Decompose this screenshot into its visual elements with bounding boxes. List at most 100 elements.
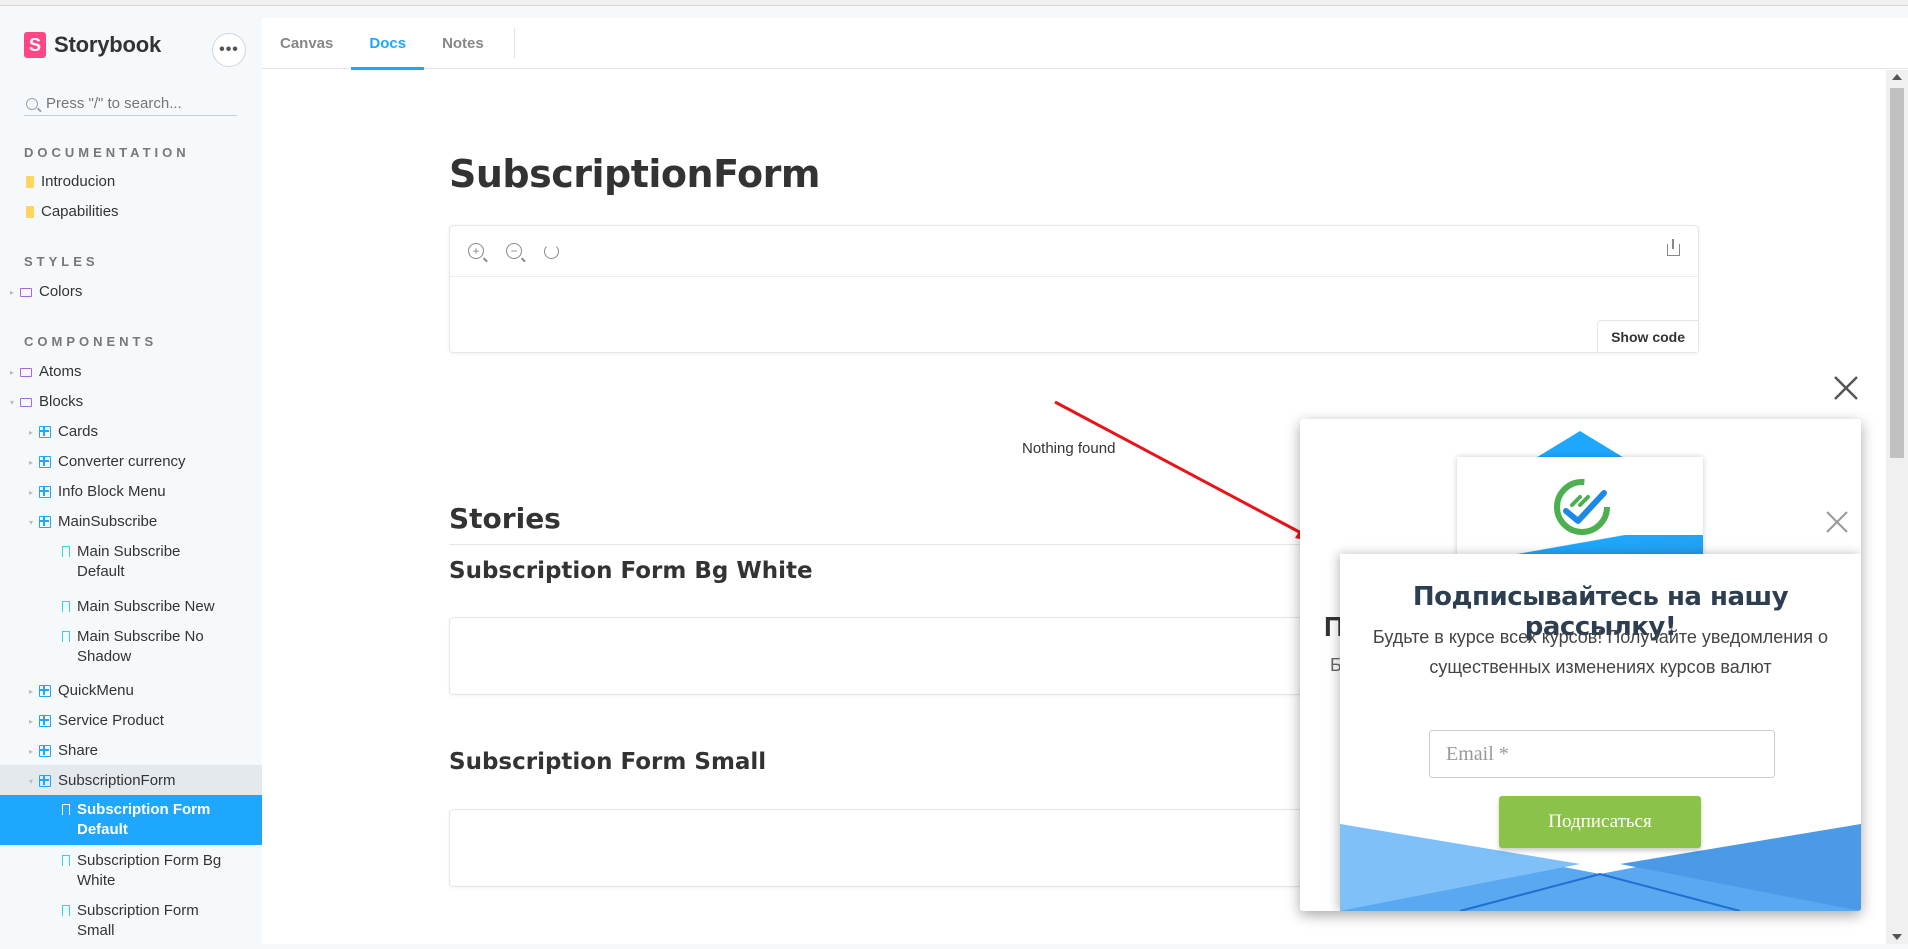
scroll-thumb[interactable] [1890, 88, 1904, 458]
sidebar-item-quick-menu[interactable]: ▸ QuickMenu [0, 681, 262, 702]
section-components: COMPONENTS [24, 334, 158, 349]
close-icon[interactable] [1832, 374, 1860, 402]
component-icon [39, 456, 51, 468]
reset-zoom-icon[interactable] [544, 243, 559, 259]
chevron-down-icon: ▾ [29, 518, 34, 527]
browser-top-edge [0, 0, 1908, 6]
sidebar-item-label: QuickMenu [58, 682, 134, 699]
tab-canvas[interactable]: Canvas [262, 18, 351, 69]
sidebar-item-label: Colors [39, 283, 83, 300]
sidebar-item-label: Main Subscribe New [77, 598, 215, 615]
search-icon [26, 97, 38, 110]
scroll-down-icon[interactable] [1892, 934, 1902, 940]
bookmark-icon [62, 905, 70, 916]
component-icon [39, 715, 51, 727]
sidebar-item-introducion[interactable]: Introducion [0, 172, 262, 192]
sidebar-item-capabilities[interactable]: Capabilities [0, 202, 262, 222]
chevron-right-icon: ▸ [29, 717, 34, 726]
sidebar-item-label: Subscription Form Bg White [77, 852, 222, 889]
component-icon [39, 516, 51, 528]
component-icon [39, 775, 51, 787]
search-bar[interactable] [24, 92, 237, 116]
component-icon [39, 685, 51, 697]
sidebar-item-subscription-form-default[interactable]: Subscription Form Default [0, 795, 262, 845]
sidebar-item-main-subscribe-no-shadow[interactable]: Main Subscribe No Shadow [0, 627, 230, 667]
sidebar-item-label: Introducion [41, 173, 116, 190]
tab-divider [513, 28, 515, 58]
sidebar-item-main-subscribe-new[interactable]: Main Subscribe New [0, 597, 262, 617]
brand-logo-icon [1554, 479, 1610, 535]
search-input[interactable] [46, 95, 226, 112]
tab-bar: Canvas Docs Notes [262, 18, 1908, 70]
document-icon [26, 176, 34, 188]
sidebar: S Storybook ••• DOCUMENTATION Introducio… [0, 6, 262, 949]
section-documentation: DOCUMENTATION [24, 145, 190, 160]
sidebar-item-share[interactable]: ▸ Share [0, 741, 262, 762]
chevron-right-icon: ▸ [29, 428, 34, 437]
envelope-letter [1457, 457, 1703, 575]
sidebar-item-label: Cards [58, 423, 99, 440]
sidebar-item-service-product[interactable]: ▸ Service Product [0, 711, 262, 732]
sidebar-item-label: Service Product [58, 712, 164, 729]
brand[interactable]: S Storybook [24, 32, 161, 58]
sidebar-item-label: Subscription Form Small [77, 902, 199, 939]
component-icon [39, 745, 51, 757]
sidebar-item-cards[interactable]: ▸ Cards [0, 422, 262, 443]
subscription-card: Подписывайтесь на нашу рассылку! Будьте … [1340, 554, 1861, 911]
stories-heading: Stories [449, 502, 561, 535]
envelope-flap [1534, 431, 1626, 459]
share-icon[interactable] [1667, 239, 1680, 256]
story-heading: Subscription Form Small [449, 749, 767, 775]
component-icon [39, 486, 51, 498]
sidebar-item-subscription-form-small[interactable]: Subscription Form Small [0, 901, 262, 941]
section-styles: STYLES [24, 254, 99, 269]
bookmark-icon [62, 804, 70, 815]
sidebar-item-main-subscribe-default[interactable]: Main Subscribe Default [0, 542, 220, 582]
chevron-down-icon: ▾ [29, 777, 34, 786]
sidebar-item-label: Main Subscribe No Shadow [77, 628, 204, 665]
storybook-logo-icon: S [24, 32, 46, 58]
empty-state-text: Nothing found [1022, 440, 1116, 457]
sidebar-item-converter-currency[interactable]: ▸ Converter currency [0, 452, 262, 473]
more-options-button[interactable]: ••• [212, 33, 246, 67]
tab-notes[interactable]: Notes [424, 18, 502, 69]
bookmark-icon [62, 601, 70, 612]
scroll-up-icon[interactable] [1892, 74, 1902, 80]
preview-toolbar: + − [450, 226, 1698, 277]
page-title: SubscriptionForm [449, 152, 820, 196]
folder-icon [20, 368, 32, 377]
sidebar-item-main-subscribe[interactable]: ▾ MainSubscribe [0, 512, 262, 533]
sidebar-item-subscription-form[interactable]: ▾ SubscriptionForm [0, 765, 262, 795]
sidebar-item-label: Blocks [39, 393, 84, 410]
story-heading: Subscription Form Bg White [449, 558, 813, 584]
chevron-right-icon: ▸ [10, 288, 15, 297]
sidebar-item-blocks[interactable]: ▾ Blocks [0, 392, 262, 413]
sidebar-item-info-block-menu[interactable]: ▸ Info Block Menu [0, 482, 262, 503]
sidebar-item-label: Converter currency [58, 453, 186, 470]
chevron-right-icon: ▸ [29, 458, 34, 467]
sidebar-item-label: Share [58, 742, 99, 759]
close-icon[interactable] [1824, 509, 1850, 535]
chevron-right-icon: ▸ [29, 687, 34, 696]
sidebar-item-label: Info Block Menu [58, 483, 166, 500]
sidebar-item-label: Capabilities [41, 203, 119, 220]
scrollbar[interactable] [1886, 70, 1908, 944]
sidebar-item-atoms[interactable]: ▸ Atoms [0, 362, 262, 383]
show-code-button[interactable]: Show code [1597, 320, 1698, 352]
bookmark-icon [62, 631, 70, 642]
zoom-out-icon[interactable]: − [506, 243, 522, 259]
sidebar-item-colors[interactable]: ▸ Colors [0, 282, 262, 303]
subscribe-button[interactable]: Подписаться [1499, 796, 1701, 848]
tab-docs[interactable]: Docs [351, 18, 424, 70]
folder-icon [20, 288, 32, 297]
story-preview: + − Show code [449, 225, 1699, 353]
zoom-in-icon[interactable]: + [468, 243, 484, 259]
bookmark-icon [62, 546, 70, 557]
email-field[interactable]: Email * [1429, 730, 1775, 778]
sidebar-item-subscription-form-bg-white[interactable]: Subscription Form Bg White [0, 851, 262, 891]
component-icon [39, 426, 51, 438]
sidebar-item-label: MainSubscribe [58, 513, 158, 530]
subscription-description: Будьте в курсе всех курсов! Получайте ув… [1372, 627, 1829, 677]
chevron-right-icon: ▸ [29, 488, 34, 497]
sidebar-item-label: Atoms [39, 363, 82, 380]
